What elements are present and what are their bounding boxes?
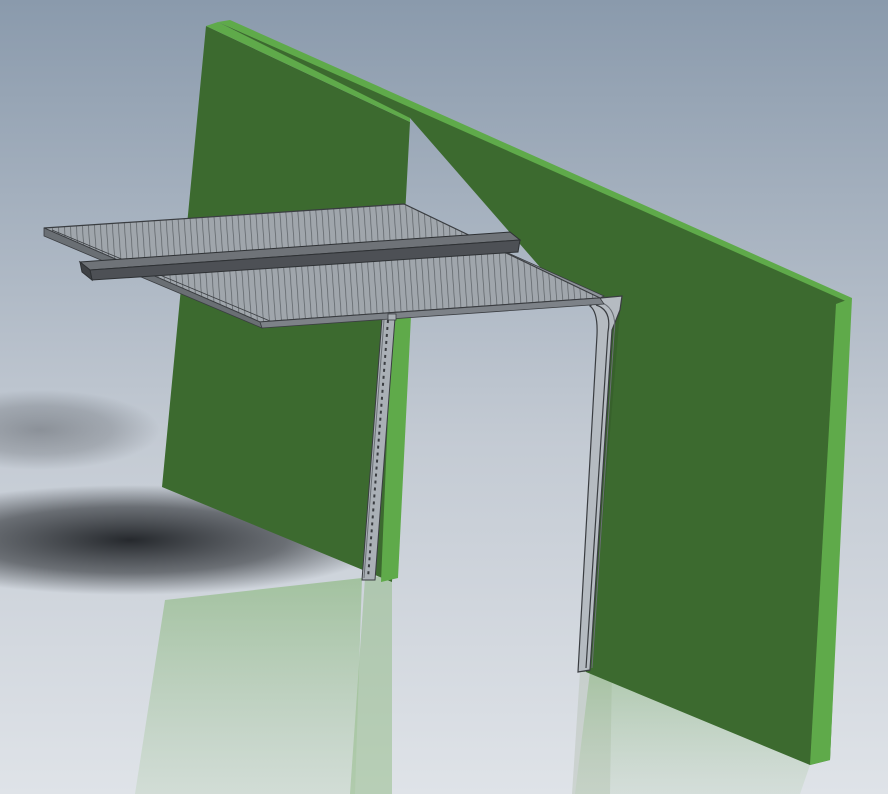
track-bracket <box>387 313 397 321</box>
3d-model-view[interactable] <box>0 0 888 794</box>
cad-viewport[interactable] <box>0 0 888 794</box>
